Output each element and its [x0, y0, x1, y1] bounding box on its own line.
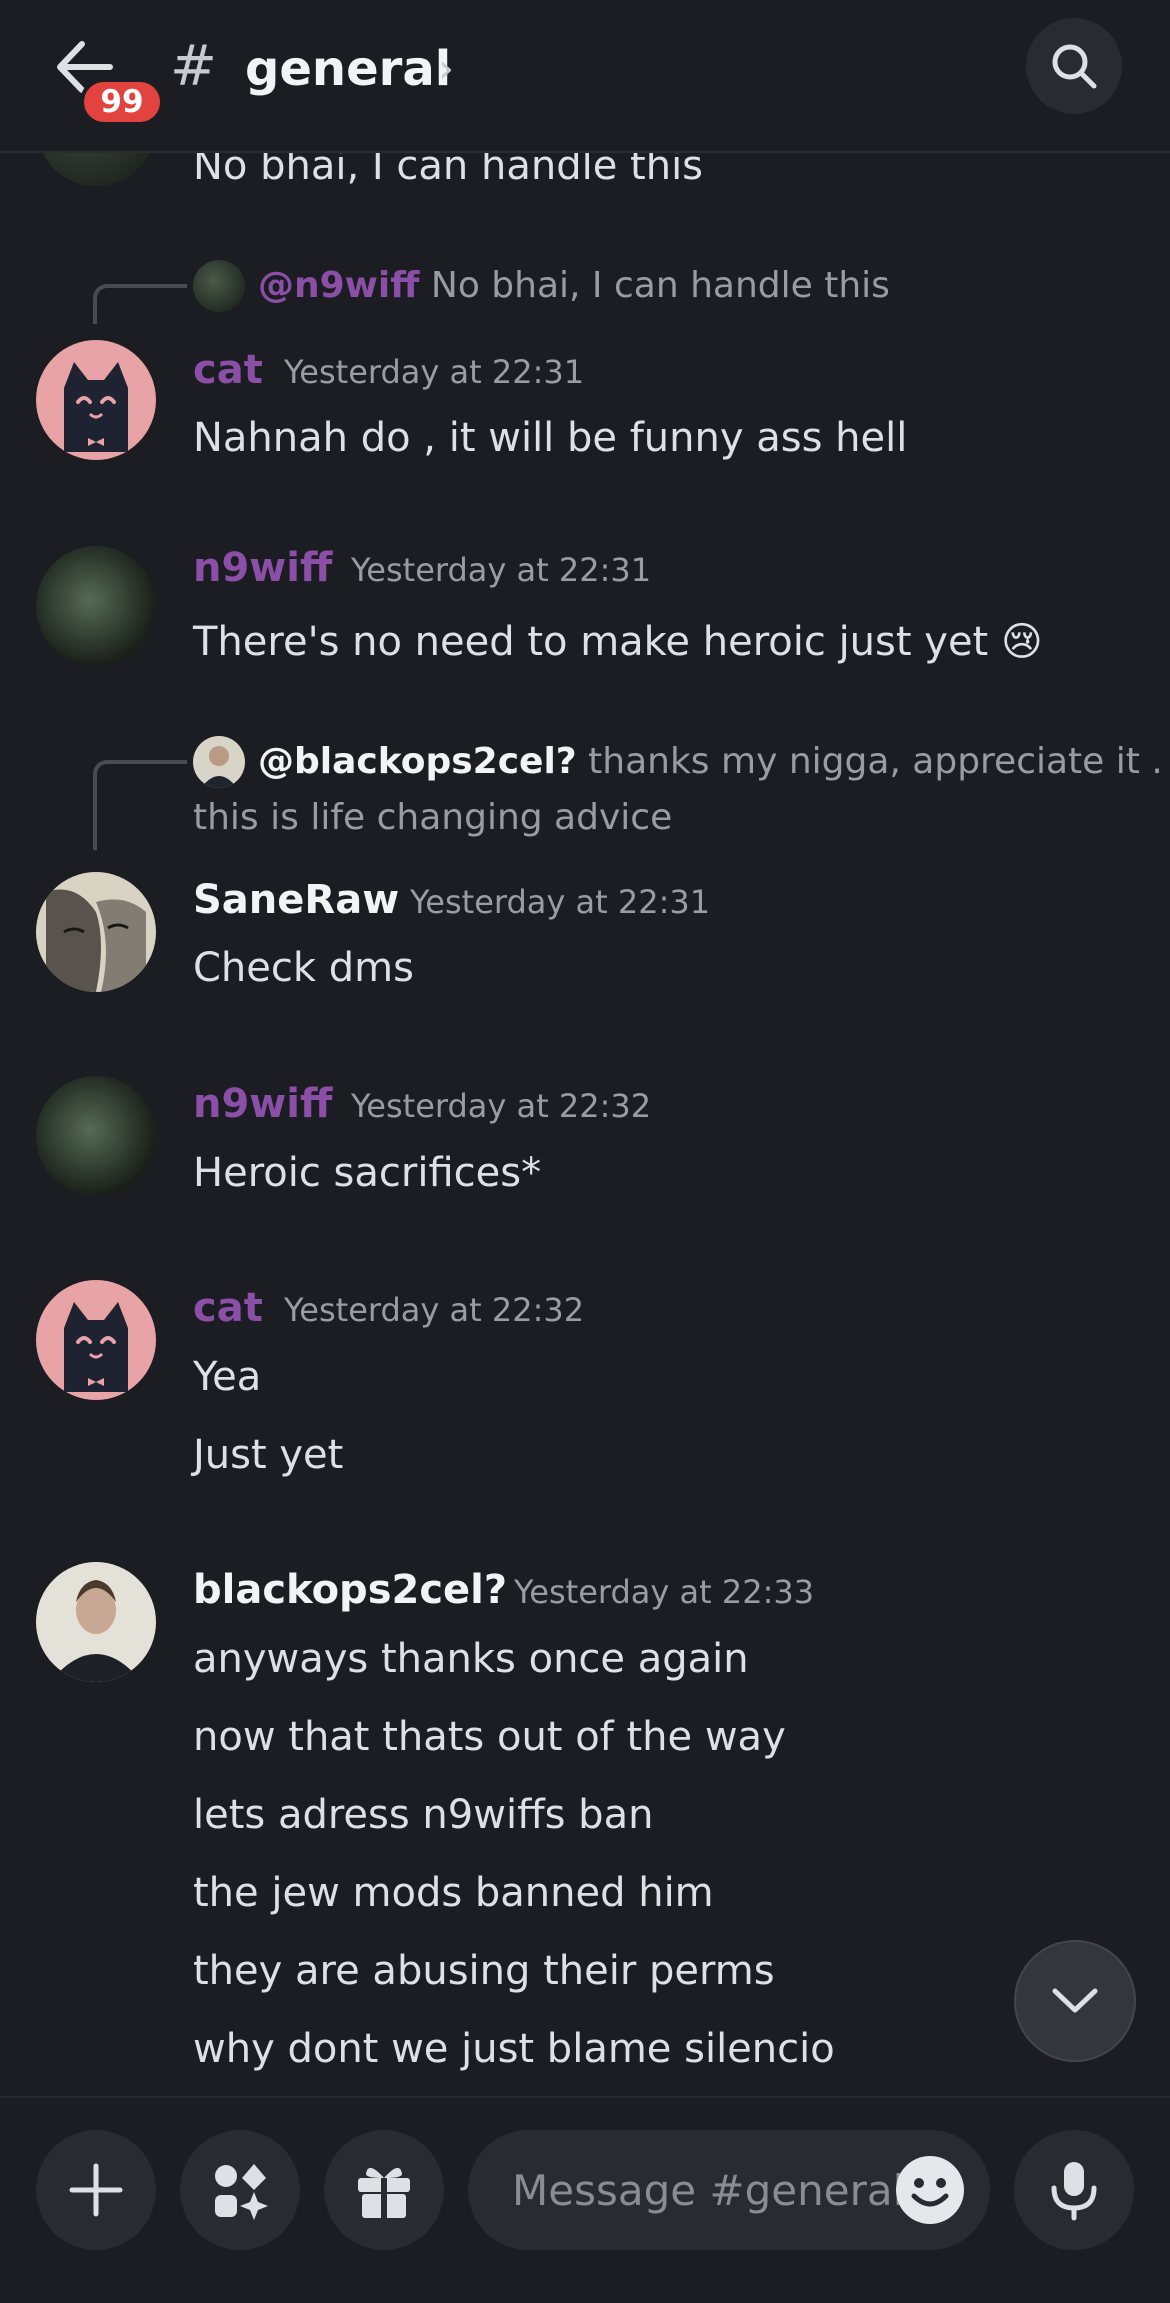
message-timestamp: Yesterday at 22:32 — [351, 1087, 652, 1125]
message-timestamp: Yesterday at 22:31 — [351, 551, 652, 589]
channel-header: 99 # general › — [0, 0, 1170, 153]
emoji-icon — [911, 2178, 949, 2207]
message-text: Yea — [193, 1354, 262, 1400]
reply-preview[interactable]: @blackops2cel? thanks my nigga, apprecia… — [258, 736, 1163, 788]
author-name[interactable]: n9wiff — [193, 540, 332, 596]
apps-button[interactable] — [180, 2130, 300, 2250]
blackops2cel-avatar-icon — [50, 1580, 142, 1682]
cat-avatar-icon — [64, 1302, 128, 1392]
emoji-button[interactable] — [896, 2156, 964, 2224]
saneraw-avatar-icon — [46, 889, 146, 992]
message-text: Heroic sacrifices* — [193, 1150, 542, 1196]
message-list[interactable]: No bhai, I can handle this @n9wiff No bh… — [0, 0, 1170, 2096]
gift-button[interactable] — [324, 2130, 444, 2250]
avatar-cat[interactable] — [36, 1280, 156, 1400]
plus-icon — [69, 2163, 123, 2217]
message-input-wrapper[interactable] — [468, 2130, 990, 2250]
channel-title[interactable]: general — [245, 36, 451, 102]
message-timestamp: Yesterday at 22:32 — [284, 1291, 585, 1329]
hashtag-icon: # — [170, 34, 217, 99]
chevron-right-icon[interactable]: › — [438, 36, 454, 102]
message-timestamp: Yesterday at 22:33 — [514, 1573, 815, 1611]
message-text: Nahnah do , it will be funny ass hell — [193, 415, 908, 461]
microphone-icon — [1051, 2162, 1097, 2221]
message-text: now that thats out of the way — [193, 1714, 786, 1760]
search-button[interactable] — [1026, 18, 1122, 114]
reply-mention[interactable]: @n9wiff — [258, 265, 419, 306]
message-text: There's no need to make heroic just yet … — [193, 614, 1043, 670]
cat-avatar-icon — [64, 362, 128, 452]
author-name[interactable]: n9wiff — [193, 1076, 332, 1132]
message-text: why dont we just blame silencio — [193, 2026, 835, 2072]
chevron-down-icon — [1052, 1988, 1098, 2013]
avatar-n9wiff[interactable] — [36, 546, 156, 666]
message-text: Just yet — [193, 1432, 344, 1478]
reply-preview[interactable]: @n9wiff No bhai, I can handle this — [258, 260, 890, 312]
message-timestamp: Yesterday at 22:31 — [410, 883, 711, 921]
unread-count-badge: 99 — [80, 78, 164, 126]
reply-mention[interactable]: @blackops2cel? — [258, 741, 577, 782]
message-text: Check dms — [193, 945, 414, 991]
reply-avatar-blackops2cel — [193, 736, 245, 788]
avatar-saneraw[interactable] — [36, 872, 156, 992]
message-composer — [0, 2096, 1170, 2303]
message-text: they are abusing their perms — [193, 1948, 775, 1994]
message-text: the jew mods banned him — [193, 1870, 714, 1916]
apps-icon — [215, 2164, 268, 2220]
message-input[interactable] — [510, 2164, 914, 2216]
author-name[interactable]: cat — [193, 1280, 263, 1336]
avatar-n9wiff[interactable] — [36, 1076, 156, 1196]
message-timestamp: Yesterday at 22:31 — [284, 353, 585, 391]
voice-message-button[interactable] — [1014, 2130, 1134, 2250]
avatar-cat[interactable] — [36, 340, 156, 460]
message-text: lets adress n9wiffs ban — [193, 1792, 654, 1838]
reply-connector — [93, 284, 187, 324]
attach-button[interactable] — [36, 2130, 156, 2250]
gift-icon — [358, 2167, 410, 2218]
author-name[interactable]: blackops2cel? — [193, 1562, 507, 1618]
reply-avatar-n9wiff — [193, 260, 245, 312]
avatar-blackops2cel[interactable] — [36, 1562, 156, 1682]
reply-snippet: thanks my nigga, appreciate it . — [588, 741, 1163, 782]
crying-face-emoji: 😢 — [1000, 619, 1043, 665]
search-icon — [1052, 44, 1097, 89]
message-text-content: There's no need to make heroic just yet — [193, 619, 989, 665]
reply-snippet-continued: this is life changing advice — [193, 797, 673, 838]
reply-snippet: No bhai, I can handle this — [430, 265, 890, 306]
message-text: anyways thanks once again — [193, 1636, 749, 1682]
author-name[interactable]: SaneRaw — [193, 872, 399, 928]
author-name[interactable]: cat — [193, 342, 263, 398]
reply-connector — [93, 760, 187, 850]
jump-to-latest-button[interactable] — [1014, 1940, 1136, 2062]
